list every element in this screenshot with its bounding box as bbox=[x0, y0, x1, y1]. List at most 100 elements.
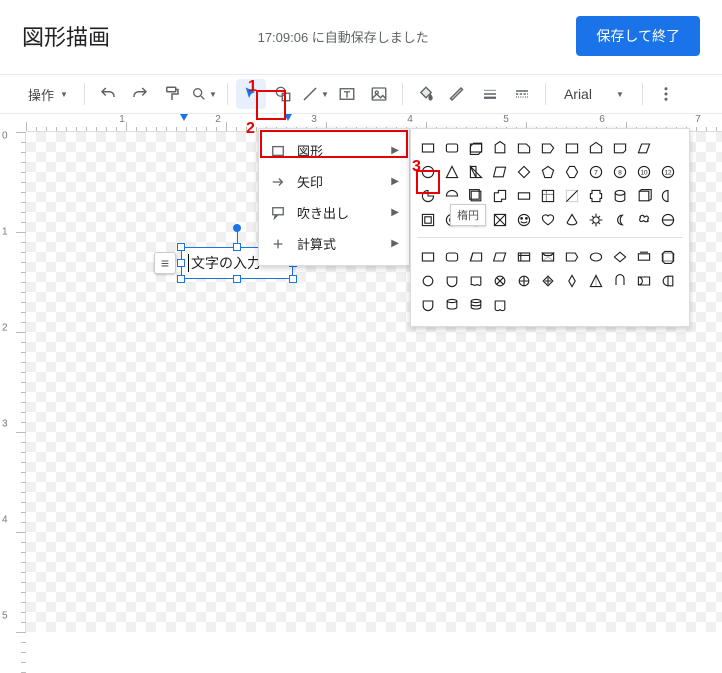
paint-format-button[interactable] bbox=[157, 79, 187, 109]
shape-option[interactable]: 12 bbox=[657, 161, 679, 183]
shape-option[interactable] bbox=[561, 246, 583, 268]
more-options-button[interactable] bbox=[651, 79, 681, 109]
shape-option[interactable] bbox=[585, 270, 607, 292]
shapes-submenu: 7 8 10 12 bbox=[410, 128, 690, 327]
shape-option[interactable] bbox=[417, 294, 439, 316]
shape-option[interactable] bbox=[537, 246, 559, 268]
shape-option[interactable] bbox=[585, 209, 607, 231]
shape-option[interactable] bbox=[561, 137, 583, 159]
svg-text:8: 8 bbox=[618, 169, 622, 176]
shape-option[interactable] bbox=[465, 161, 487, 183]
shape-option[interactable] bbox=[513, 185, 535, 207]
shape-option[interactable] bbox=[441, 246, 463, 268]
shape-option[interactable] bbox=[441, 270, 463, 292]
resize-handle[interactable] bbox=[177, 243, 185, 251]
shape-option[interactable] bbox=[561, 185, 583, 207]
shape-option[interactable] bbox=[489, 185, 511, 207]
zoom-button[interactable]: ▼ bbox=[189, 79, 219, 109]
chevron-down-icon: ▼ bbox=[321, 90, 329, 99]
shape-option[interactable] bbox=[633, 137, 655, 159]
shape-option[interactable] bbox=[513, 161, 535, 183]
move-handle[interactable]: ≡ bbox=[154, 252, 176, 274]
textbox-tool-button[interactable] bbox=[332, 79, 362, 109]
shape-option[interactable] bbox=[633, 185, 655, 207]
shape-option[interactable] bbox=[489, 161, 511, 183]
fill-color-button[interactable] bbox=[411, 79, 441, 109]
resize-handle[interactable] bbox=[233, 275, 241, 283]
shape-option[interactable] bbox=[609, 246, 631, 268]
shape-option[interactable]: 7 bbox=[585, 161, 607, 183]
shape-option[interactable]: 8 bbox=[609, 161, 631, 183]
rotate-handle[interactable] bbox=[233, 224, 241, 232]
redo-button[interactable] bbox=[125, 79, 155, 109]
shape-option[interactable] bbox=[489, 209, 511, 231]
shape-option[interactable] bbox=[609, 137, 631, 159]
shape-option[interactable] bbox=[609, 185, 631, 207]
shape-option[interactable] bbox=[489, 137, 511, 159]
shape-option[interactable] bbox=[489, 246, 511, 268]
shape-option[interactable] bbox=[465, 294, 487, 316]
resize-handle[interactable] bbox=[177, 259, 185, 267]
resize-handle[interactable] bbox=[233, 243, 241, 251]
shape-option[interactable] bbox=[585, 246, 607, 268]
menu-item-equation[interactable]: 計算式 ▶ bbox=[259, 228, 409, 259]
annotation-box-2 bbox=[260, 130, 408, 158]
font-select[interactable]: Arial ▼ bbox=[554, 86, 634, 102]
shape-option[interactable] bbox=[633, 246, 655, 268]
shape-option[interactable] bbox=[489, 270, 511, 292]
shape-option[interactable] bbox=[489, 294, 511, 316]
shape-option[interactable] bbox=[657, 185, 679, 207]
shape-option[interactable] bbox=[417, 209, 439, 231]
resize-handle[interactable] bbox=[177, 275, 185, 283]
border-color-button[interactable] bbox=[443, 79, 473, 109]
shape-option[interactable] bbox=[561, 209, 583, 231]
shape-option[interactable] bbox=[465, 137, 487, 159]
menu-item-arrows[interactable]: 矢印 ▶ bbox=[259, 166, 409, 197]
border-weight-button[interactable] bbox=[475, 79, 505, 109]
image-tool-button[interactable] bbox=[364, 79, 394, 109]
shape-option[interactable] bbox=[513, 209, 535, 231]
shape-option[interactable] bbox=[537, 209, 559, 231]
separator bbox=[227, 83, 228, 105]
menu-item-callouts[interactable]: 吹き出し ▶ bbox=[259, 197, 409, 228]
svg-text:10: 10 bbox=[640, 169, 648, 176]
undo-button[interactable] bbox=[93, 79, 123, 109]
arrow-icon bbox=[269, 175, 287, 189]
shape-option[interactable] bbox=[417, 137, 439, 159]
shape-option[interactable] bbox=[513, 270, 535, 292]
shape-option[interactable] bbox=[513, 246, 535, 268]
shape-option[interactable] bbox=[561, 161, 583, 183]
svg-text:7: 7 bbox=[594, 169, 598, 176]
shape-option[interactable] bbox=[441, 294, 463, 316]
shape-option[interactable] bbox=[465, 246, 487, 268]
shape-option[interactable] bbox=[465, 270, 487, 292]
shape-option[interactable] bbox=[513, 137, 535, 159]
shape-option[interactable] bbox=[609, 270, 631, 292]
shape-option[interactable] bbox=[417, 246, 439, 268]
shape-option[interactable]: 10 bbox=[633, 161, 655, 183]
shape-option[interactable] bbox=[657, 246, 679, 268]
chevron-down-icon: ▼ bbox=[209, 90, 217, 99]
separator bbox=[642, 83, 643, 105]
shape-option[interactable] bbox=[585, 185, 607, 207]
border-dash-button[interactable] bbox=[507, 79, 537, 109]
shape-option[interactable] bbox=[417, 270, 439, 292]
line-tool-button[interactable]: ▼ bbox=[300, 79, 330, 109]
shape-option[interactable] bbox=[537, 185, 559, 207]
shape-option[interactable] bbox=[441, 137, 463, 159]
shape-option[interactable] bbox=[633, 209, 655, 231]
shape-option[interactable] bbox=[657, 209, 679, 231]
resize-handle[interactable] bbox=[289, 275, 297, 283]
shape-option[interactable] bbox=[609, 209, 631, 231]
shape-option[interactable] bbox=[537, 161, 559, 183]
shape-option[interactable] bbox=[561, 270, 583, 292]
shape-option[interactable] bbox=[585, 137, 607, 159]
menu-item-label: 矢印 bbox=[297, 172, 323, 191]
actions-menu-button[interactable]: 操作 ▼ bbox=[20, 79, 76, 109]
shape-option[interactable] bbox=[441, 161, 463, 183]
save-and-close-button[interactable]: 保存して終了 bbox=[576, 16, 700, 56]
shape-option[interactable] bbox=[657, 270, 679, 292]
shape-option[interactable] bbox=[537, 137, 559, 159]
shape-option[interactable] bbox=[537, 270, 559, 292]
shape-option[interactable] bbox=[633, 270, 655, 292]
